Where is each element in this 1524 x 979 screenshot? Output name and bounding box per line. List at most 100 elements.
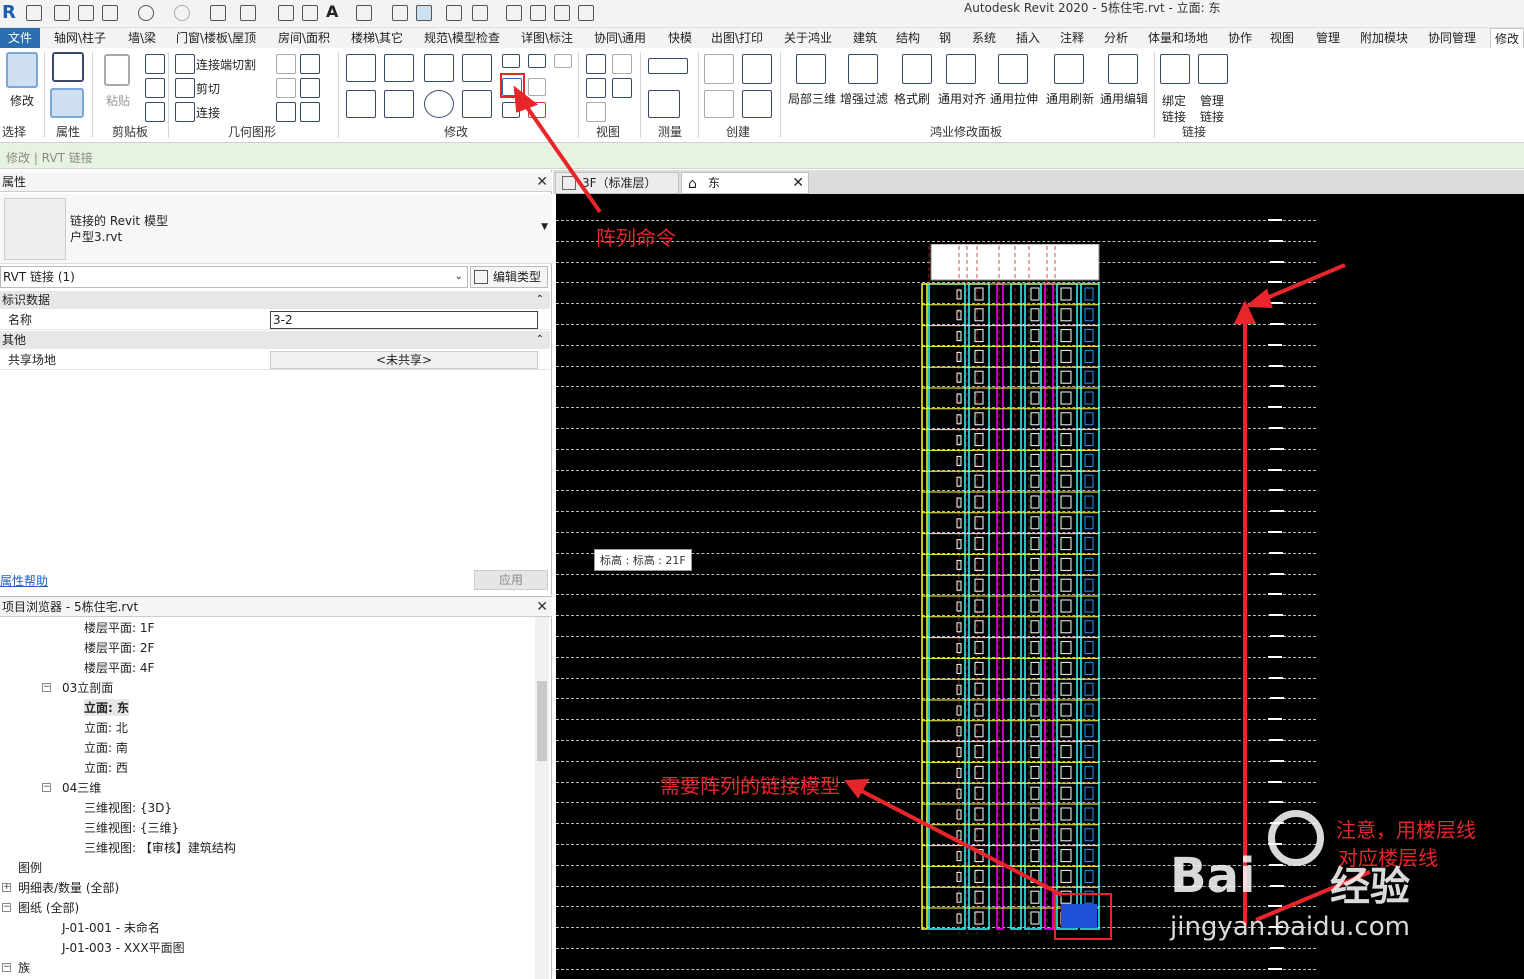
- bind-link-icon[interactable]: [1160, 54, 1190, 84]
- panel-label-select[interactable]: 选择: [2, 123, 26, 140]
- level-head-icon[interactable]: [1269, 239, 1283, 242]
- close-icon[interactable]: ✕: [792, 173, 804, 193]
- ribbon-tab-11[interactable]: 关于鸿业: [780, 28, 836, 48]
- undo-icon[interactable]: [138, 5, 154, 21]
- browser-item[interactable]: 明细表/数量 (全部): [18, 879, 119, 896]
- level-head-icon[interactable]: [1270, 260, 1284, 263]
- level-head-icon[interactable]: [1270, 385, 1284, 388]
- browser-item[interactable]: 立面: 西: [84, 759, 128, 776]
- tag-icon[interactable]: [302, 5, 318, 21]
- hy-button-5-icon[interactable]: [1054, 54, 1084, 84]
- close-icon[interactable]: ✕: [536, 597, 548, 617]
- properties-button[interactable]: [50, 88, 84, 118]
- link-icon[interactable]: [530, 5, 546, 21]
- ribbon-tab-2[interactable]: 墙\梁: [124, 28, 160, 48]
- hy-button-1-icon[interactable]: [848, 54, 878, 84]
- pin-icon[interactable]: [554, 54, 572, 68]
- level-line[interactable]: [556, 968, 1316, 970]
- revit-logo-icon[interactable]: R: [2, 2, 20, 24]
- split-gap-icon[interactable]: [528, 54, 546, 68]
- create-parts-icon[interactable]: [742, 54, 772, 84]
- level-head-icon[interactable]: [1270, 635, 1284, 637]
- ribbon-tab-9[interactable]: 快模: [664, 28, 696, 48]
- level-head-icon[interactable]: [1268, 406, 1282, 409]
- browser-item[interactable]: J-01-003 - XXX平面图: [62, 939, 185, 956]
- tree-toggle-icon[interactable]: −: [2, 903, 11, 912]
- browser-item[interactable]: 族: [18, 959, 30, 976]
- menu-icon[interactable]: [26, 5, 42, 21]
- browser-item[interactable]: 图纸 (全部): [18, 899, 79, 916]
- geometry-item-0[interactable]: 连接端切割: [196, 56, 256, 73]
- level-head-icon[interactable]: [1269, 676, 1283, 679]
- level-head-icon[interactable]: [1269, 364, 1283, 367]
- override-icon[interactable]: [612, 54, 632, 74]
- ribbon-tab-18[interactable]: 分析: [1100, 28, 1132, 48]
- hy-button-4-label[interactable]: 通用拉伸: [990, 90, 1038, 107]
- sync-icon[interactable]: [102, 5, 118, 21]
- chevron-down-icon[interactable]: ▼: [541, 222, 548, 232]
- ribbon-tab-6[interactable]: 规范\模型检查: [420, 28, 504, 48]
- type-selector[interactable]: 链接的 Revit 模型 户型3.rvt ▼: [0, 194, 552, 264]
- cut-icon[interactable]: [145, 54, 165, 74]
- mirror-axis-icon[interactable]: [424, 54, 454, 82]
- align-icon[interactable]: [346, 54, 376, 82]
- level-head-icon[interactable]: [1269, 427, 1283, 429]
- hy-button-5-label[interactable]: 通用刷新: [1046, 90, 1094, 107]
- ribbon-tab-17[interactable]: 注释: [1056, 28, 1088, 48]
- browser-item[interactable]: 楼层平面: 1F: [84, 619, 154, 636]
- open-icon[interactable]: [54, 5, 70, 21]
- beam-join-icon[interactable]: [276, 102, 296, 122]
- browser-item[interactable]: 立面: 北: [84, 719, 128, 736]
- wall-join-icon[interactable]: [175, 54, 195, 74]
- hide-icon[interactable]: [586, 54, 606, 74]
- ribbon-tab-16[interactable]: 插入: [1012, 28, 1044, 48]
- hy-button-3-icon[interactable]: [946, 54, 976, 84]
- properties-help-link[interactable]: 属性帮助: [0, 572, 48, 589]
- browser-item[interactable]: 三维视图: 【审核】建筑结构: [84, 839, 236, 856]
- group-other[interactable]: 其他 ⌃: [0, 331, 550, 349]
- browser-scrollbar[interactable]: [535, 617, 549, 979]
- level-head-icon[interactable]: [1268, 219, 1282, 221]
- level-head-icon[interactable]: [1270, 572, 1284, 575]
- modify-tool-button[interactable]: [6, 52, 38, 88]
- delete-icon[interactable]: [528, 102, 546, 118]
- level-head-icon[interactable]: [1270, 447, 1284, 450]
- copy-tool-icon[interactable]: [384, 90, 414, 118]
- section-icon[interactable]: [392, 5, 408, 21]
- view-tab-3f[interactable]: 3F（标准层）: [555, 172, 679, 194]
- ribbon-tab-8[interactable]: 协同\通用: [590, 28, 650, 48]
- collapse-icon[interactable]: ⌃: [536, 291, 544, 309]
- browser-item[interactable]: 三维视图: {3D}: [84, 799, 172, 816]
- scrollbar-thumb[interactable]: [537, 681, 547, 761]
- geometry-item-1[interactable]: 剪切: [196, 80, 220, 97]
- browser-item[interactable]: J-01-001 - 未命名: [62, 919, 160, 936]
- trim-extend-icon[interactable]: [462, 90, 492, 118]
- 3d-view-icon[interactable]: [356, 5, 372, 21]
- level-head-icon[interactable]: [1268, 718, 1282, 721]
- level-head-icon[interactable]: [1268, 780, 1282, 783]
- ribbon-tab-3[interactable]: 门窗\楼板\屋顶: [172, 28, 260, 48]
- ribbon-tab-25[interactable]: 修改: [1490, 28, 1524, 48]
- tree-toggle-icon[interactable]: −: [42, 783, 51, 792]
- scale-icon[interactable]: [528, 78, 546, 96]
- apply-button[interactable]: 应用: [474, 570, 548, 590]
- ribbon-tab-19[interactable]: 体量和场地: [1144, 28, 1212, 48]
- move-icon[interactable]: [346, 90, 376, 118]
- line-work-icon[interactable]: [586, 78, 606, 98]
- level-head-icon[interactable]: [1270, 323, 1284, 325]
- customize-icon[interactable]: [578, 5, 594, 21]
- instance-filter-select[interactable]: RVT 链接 (1) ⌄: [0, 266, 468, 288]
- level-head-icon[interactable]: [1268, 655, 1282, 658]
- view-tab-east[interactable]: ⌂ 东 ✕: [681, 172, 809, 194]
- save-icon[interactable]: [78, 5, 94, 21]
- hy-button-3-label[interactable]: 通用对齐: [938, 90, 986, 107]
- paint-icon[interactable]: [300, 54, 320, 74]
- browser-item[interactable]: 03立剖面: [62, 679, 113, 696]
- view-cut-icon[interactable]: [586, 102, 606, 122]
- level-head-icon[interactable]: [1268, 468, 1282, 471]
- browser-item[interactable]: 图例: [18, 859, 42, 876]
- dimension-icon[interactable]: [278, 5, 294, 21]
- ribbon-tab-23[interactable]: 附加模块: [1356, 28, 1412, 48]
- filter-icon[interactable]: [506, 5, 522, 21]
- mirror-draw-icon[interactable]: [462, 54, 492, 82]
